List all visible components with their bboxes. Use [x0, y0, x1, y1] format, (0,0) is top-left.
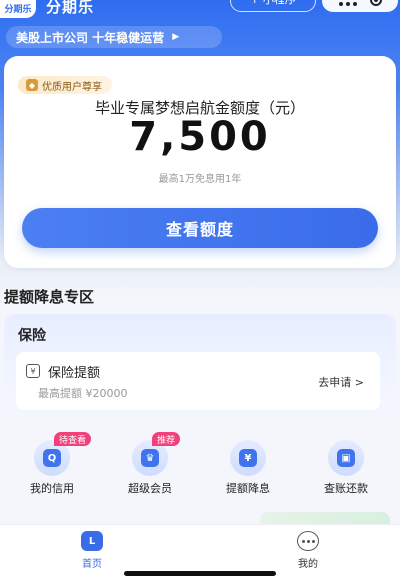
- recommend-badge: 推荐: [152, 432, 181, 446]
- app-name: 分期乐: [46, 0, 95, 16]
- insurance-item-name: 保险提额: [48, 366, 101, 381]
- vip-tag: ◆ 优质用户尊享: [18, 76, 112, 94]
- quick-menu-super-member[interactable]: ♛ 推荐 超级会员: [110, 432, 190, 500]
- tab-home[interactable]: L 首页: [52, 531, 132, 571]
- insurance-card: 保险 ¥ 保险提额 最高提额 ¥20000 去申请 >: [4, 314, 396, 424]
- insurance-icon: ¥: [26, 364, 40, 378]
- quick-menu-raise-limit[interactable]: ¥ 提额降息: [208, 440, 288, 500]
- vip-tag-label: 优质用户尊享: [42, 81, 102, 93]
- apply-link[interactable]: 去申请 >: [318, 374, 364, 390]
- pending-badge: 待查看: [54, 432, 92, 446]
- insurance-limit: 最高提额 ¥20000: [38, 387, 128, 400]
- tab-home-label: 首页: [82, 559, 102, 570]
- insurance-title: 保险: [18, 328, 46, 344]
- quick-menu-my-credit[interactable]: Q 待查看 我的信用: [12, 432, 92, 500]
- quick-menu: Q 待查看 我的信用 ♛ 推荐 超级会员 ¥ 提额降息 ▣ 查账还款: [0, 432, 400, 500]
- chat-bubble-icon: [297, 531, 319, 551]
- banner-text: 美股上市公司 十年稳健运营: [16, 30, 165, 45]
- miniprogram-capsule: [322, 0, 398, 12]
- section-title: 提额降息专区: [4, 288, 95, 306]
- play-arrow-icon: ▶: [172, 32, 180, 42]
- credit-amount: 7,500: [129, 114, 271, 160]
- home-indicator: [124, 571, 276, 576]
- company-banner[interactable]: 美股上市公司 十年稳健运营 ▶: [6, 26, 222, 48]
- close-miniprogram-icon[interactable]: [369, 0, 382, 6]
- quick-menu-label: 我的信用: [30, 482, 74, 495]
- header: 分期乐 分期乐 + 小程序: [0, 0, 400, 24]
- tab-mine-label: 我的: [298, 559, 318, 570]
- crown-icon: ◆: [26, 79, 38, 91]
- calendar-icon: ▣: [328, 440, 364, 476]
- add-miniprogram-button[interactable]: + 小程序: [230, 0, 316, 12]
- view-quota-button[interactable]: 查看额度: [22, 208, 378, 248]
- tab-mine[interactable]: 我的: [268, 531, 348, 571]
- credit-limit-card: ◆ 优质用户尊享 毕业专属梦想启航金额度（元） 7,500 最高1万免息用1年 …: [4, 56, 396, 268]
- home-icon: L: [81, 531, 103, 551]
- quick-menu-bill-repay[interactable]: ▣ 查账还款: [306, 440, 386, 500]
- more-icon[interactable]: [338, 2, 357, 6]
- amount-note: 最高1万免息用1年: [158, 174, 242, 185]
- quick-menu-label: 超级会员: [128, 482, 172, 495]
- app-logo: 分期乐: [0, 0, 36, 18]
- yen-icon: ¥: [230, 440, 266, 476]
- quick-menu-label: 提额降息: [226, 482, 270, 495]
- quick-menu-label: 查账还款: [324, 482, 368, 495]
- insurance-item[interactable]: ¥ 保险提额 最高提额 ¥20000 去申请 >: [16, 352, 380, 410]
